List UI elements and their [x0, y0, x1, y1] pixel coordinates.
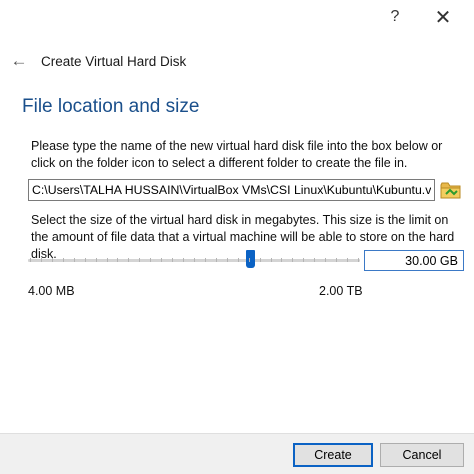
slider-tick: [292, 258, 294, 262]
slider-tick: [303, 258, 305, 262]
slider-tick: [161, 258, 163, 262]
slider-tick: [30, 258, 31, 262]
size-input[interactable]: [364, 250, 464, 271]
slider-tick: [237, 258, 239, 262]
slider-tick: [194, 258, 195, 262]
slider-tick: [183, 258, 185, 262]
wizard-title: Create Virtual Hard Disk: [41, 53, 187, 69]
slider-tick: [204, 258, 206, 262]
slider-tick: [281, 258, 283, 262]
wizard-header: ← Create Virtual Hard Disk: [8, 50, 187, 72]
slider-tick: [73, 258, 75, 262]
slider-tick: [259, 258, 261, 262]
slider-tick: [128, 258, 130, 262]
slider-tick: [150, 258, 152, 262]
slider-tick: [215, 258, 217, 262]
slider-tick: [84, 258, 86, 262]
page-title: File location and size: [22, 96, 200, 117]
slider-tick: [139, 258, 141, 262]
slider-tick: [314, 258, 316, 262]
help-button[interactable]: ?: [380, 6, 410, 28]
folder-icon: [440, 182, 461, 199]
location-description: Please type the name of the new virtual …: [31, 139, 443, 170]
slider-tick: [172, 258, 174, 262]
back-arrow-icon[interactable]: ←: [8, 50, 30, 72]
slider-tick: [347, 258, 349, 262]
slider-tick: [336, 258, 338, 262]
slider-tick: [226, 258, 228, 262]
slider-handle[interactable]: [245, 250, 255, 268]
slider-tick: [51, 258, 53, 262]
close-button[interactable]: ✕: [428, 6, 458, 29]
create-button[interactable]: Create: [293, 443, 373, 467]
file-path-input[interactable]: [28, 179, 435, 201]
slider-tick: [248, 258, 250, 262]
slider-tick: [325, 258, 327, 262]
slider-tick: [95, 258, 97, 262]
folder-button[interactable]: [439, 178, 463, 202]
slider-tick: [106, 258, 108, 262]
slider-tick: [270, 258, 272, 262]
slider-tick: [40, 258, 42, 262]
cancel-button[interactable]: Cancel: [380, 443, 464, 467]
slider-tick: [358, 258, 359, 262]
slider-tick: [62, 258, 64, 262]
max-size-label: 2.00 TB: [319, 284, 363, 298]
slider-tick: [117, 258, 119, 262]
button-bar: Create Cancel: [0, 433, 474, 474]
min-size-label: 4.00 MB: [28, 284, 75, 298]
